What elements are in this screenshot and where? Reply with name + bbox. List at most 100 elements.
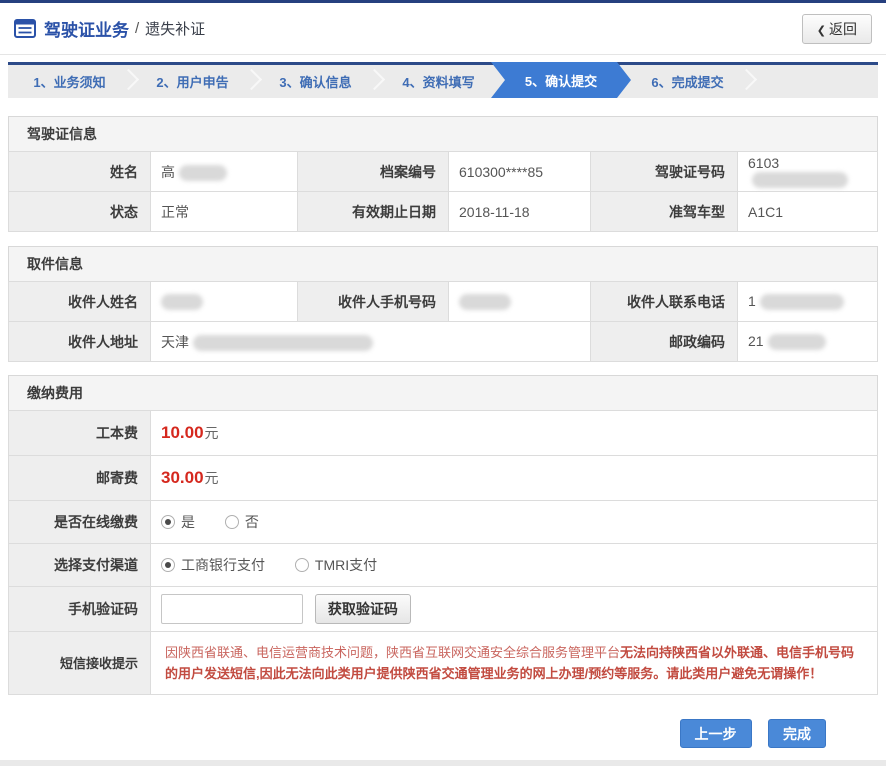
notice-text-normal: 因陕西省联通、电信运营商技术问题，陕西省互联网交通安全综合服务管理平台 (165, 645, 620, 660)
field-label-status: 状态 (9, 192, 151, 232)
table-row: 收件人地址 天津 邮政编码 21 (9, 322, 878, 362)
back-arrow-icon: ❮ (817, 25, 826, 37)
previous-step-button[interactable]: 上一步 (680, 719, 752, 748)
value-text: 天津 (161, 334, 189, 350)
fee-amount: 10.00 (161, 423, 204, 442)
field-label-recipient-name: 收件人姓名 (9, 282, 151, 322)
table-row: 短信接收提示 因陕西省联通、电信运营商技术问题，陕西省互联网交通安全综合服务管理… (9, 632, 878, 695)
form-list-icon (14, 19, 36, 38)
field-label-payment-channel: 选择支付渠道 (9, 544, 151, 587)
field-label-sms-notice: 短信接收提示 (9, 632, 151, 695)
sms-notice-text: 因陕西省联通、电信运营商技术问题，陕西省互联网交通安全综合服务管理平台无法向持陕… (151, 632, 878, 695)
table-row: 状态 正常 有效期止日期 2018-11-18 准驾车型 A1C1 (9, 192, 878, 232)
step-4-fill-materials[interactable]: 4、资料填写 (377, 65, 500, 98)
table-row: 选择支付渠道 工商银行支付 TMRI支付 (9, 544, 878, 587)
get-sms-code-button[interactable]: 获取验证码 (315, 594, 411, 624)
license-info-section: 驾驶证信息 姓名 高 档案编号 610300****85 驾驶证号码 6103 … (8, 116, 878, 232)
value-text: 2018-11-18 (459, 204, 530, 220)
field-label-name: 姓名 (9, 152, 151, 192)
field-label-expiry-date: 有效期止日期 (298, 192, 449, 232)
table-row: 是否在线缴费 是 否 (9, 501, 878, 544)
step-label: 6、完成提交 (651, 72, 723, 91)
radio-no[interactable] (225, 515, 239, 529)
fee-unit: 元 (205, 425, 219, 441)
field-value-recipient-address: 天津 (151, 322, 591, 362)
step-5-confirm-submit-active[interactable]: 5、确认提交 (491, 62, 631, 98)
license-info-table: 姓名 高 档案编号 610300****85 驾驶证号码 6103 状态 正常 … (8, 151, 878, 232)
pickup-info-section: 取件信息 收件人姓名 收件人手机号码 收件人联系电话 1 收件人地址 天津 邮政… (8, 246, 878, 362)
field-label-recipient-phone: 收件人联系电话 (591, 282, 738, 322)
field-label-postage-fee: 邮寄费 (9, 456, 151, 501)
payment-section-title: 缴纳费用 (8, 375, 878, 411)
radio-no-label[interactable]: 否 (245, 514, 259, 530)
field-value-name: 高 (151, 152, 298, 192)
field-value-production-fee: 10.00元 (151, 411, 878, 456)
sms-code-input[interactable] (161, 594, 303, 624)
step-label: 1、业务须知 (33, 72, 105, 91)
page-header: 驾驶证业务 / 遗失补证 ❮返回 (0, 3, 886, 55)
field-label-recipient-mobile: 收件人手机号码 (298, 282, 449, 322)
field-value-postage-fee: 30.00元 (151, 456, 878, 501)
radio-tmri-pay-label[interactable]: TMRI支付 (315, 557, 377, 573)
redacted-blur (179, 165, 227, 181)
fee-unit: 元 (205, 470, 219, 486)
step-label: 5、确认提交 (525, 71, 597, 90)
back-button[interactable]: ❮返回 (802, 14, 872, 44)
step-2-user-declaration[interactable]: 2、用户申告 (131, 65, 254, 98)
radio-icbc-pay[interactable] (161, 558, 175, 572)
field-label-vehicle-class: 准驾车型 (591, 192, 738, 232)
step-1-business-notice[interactable]: 1、业务须知 (8, 65, 131, 98)
step-3-confirm-info[interactable]: 3、确认信息 (254, 65, 377, 98)
radio-yes[interactable] (161, 515, 175, 529)
redacted-blur (459, 294, 511, 310)
field-value-expiry-date: 2018-11-18 (449, 192, 591, 232)
field-label-recipient-address: 收件人地址 (9, 322, 151, 362)
value-text: 6103 (748, 155, 779, 171)
step-label: 2、用户申告 (156, 72, 228, 91)
field-value-license-number: 6103 (738, 152, 878, 192)
step-label: 3、确认信息 (279, 72, 351, 91)
radio-icbc-pay-label[interactable]: 工商银行支付 (181, 557, 265, 573)
table-row: 工本费 10.00元 (9, 411, 878, 456)
online-payment-options: 是 否 (151, 501, 878, 544)
table-row: 手机验证码 获取验证码 (9, 587, 878, 632)
redacted-blur (752, 172, 848, 188)
breadcrumb-separator: / (135, 20, 139, 37)
back-label: 返回 (829, 21, 857, 37)
bottom-divider-strip (0, 760, 886, 766)
payment-section: 缴纳费用 工本费 10.00元 邮寄费 30.00元 是否在线缴费 是 否 选择… (8, 375, 878, 695)
field-label-online-payment: 是否在线缴费 (9, 501, 151, 544)
redacted-blur (760, 294, 844, 310)
footer-actions: 上一步 完成 (0, 719, 886, 748)
field-label-sms-code: 手机验证码 (9, 587, 151, 632)
value-text: 高 (161, 164, 175, 180)
page-title: 驾驶证业务 (44, 16, 129, 41)
table-row: 收件人姓名 收件人手机号码 收件人联系电话 1 (9, 282, 878, 322)
pickup-section-title: 取件信息 (8, 246, 878, 282)
field-label-postal-code: 邮政编码 (591, 322, 738, 362)
redacted-blur (768, 334, 826, 350)
field-label-file-number: 档案编号 (298, 152, 449, 192)
table-row: 姓名 高 档案编号 610300****85 驾驶证号码 6103 (9, 152, 878, 192)
breadcrumb-current: 遗失补证 (145, 18, 205, 39)
radio-tmri-pay[interactable] (295, 558, 309, 572)
step-navigation: 1、业务须知 2、用户申告 3、确认信息 4、资料填写 5、确认提交 6、完成提… (8, 62, 878, 98)
step-separator (736, 69, 757, 90)
step-6-complete-submit[interactable]: 6、完成提交 (626, 65, 749, 98)
redacted-blur (193, 335, 373, 351)
pickup-info-table: 收件人姓名 收件人手机号码 收件人联系电话 1 收件人地址 天津 邮政编码 21 (8, 281, 878, 362)
value-text: A1C1 (748, 204, 783, 220)
field-value-recipient-mobile (449, 282, 591, 322)
payment-table: 工本费 10.00元 邮寄费 30.00元 是否在线缴费 是 否 选择支付渠道 … (8, 410, 878, 695)
field-value-file-number: 610300****85 (449, 152, 591, 192)
field-value-status: 正常 (151, 192, 298, 232)
field-value-recipient-phone: 1 (738, 282, 878, 322)
radio-yes-label[interactable]: 是 (181, 514, 195, 530)
redacted-blur (161, 294, 203, 310)
finish-button[interactable]: 完成 (768, 719, 826, 748)
table-row: 邮寄费 30.00元 (9, 456, 878, 501)
field-value-recipient-name (151, 282, 298, 322)
field-label-production-fee: 工本费 (9, 411, 151, 456)
field-value-postal-code: 21 (738, 322, 878, 362)
step-label: 4、资料填写 (402, 72, 474, 91)
